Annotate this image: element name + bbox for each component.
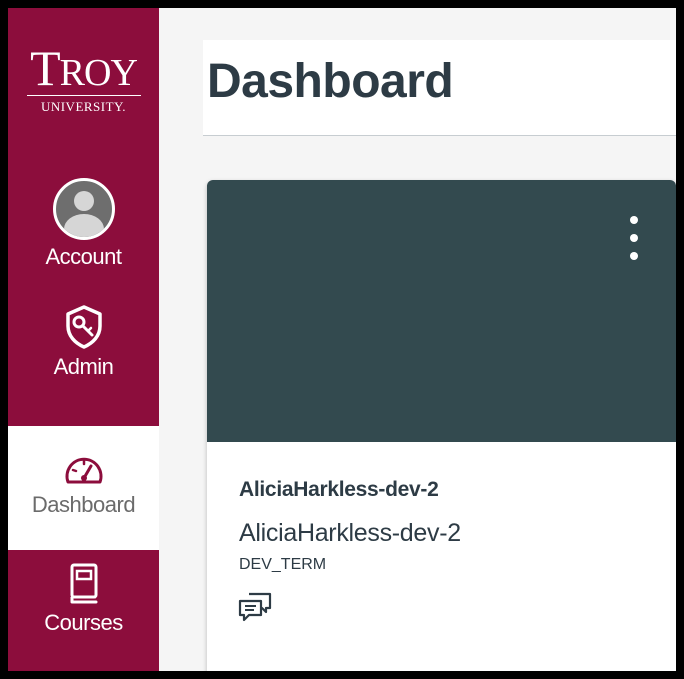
nav-item-label: Courses: [44, 610, 123, 635]
logo-rule: [26, 95, 141, 96]
nav-item-courses[interactable]: Courses: [8, 556, 159, 671]
course-card-hero[interactable]: [207, 180, 676, 442]
app-frame: TROY UNIVERSITY. Account Admin Dashboard…: [8, 8, 676, 671]
nav-item-admin[interactable]: Admin: [8, 298, 159, 408]
logo-word-first: T: [30, 40, 61, 96]
course-card[interactable]: AliciaHarkless-dev-2 AliciaHarkless-dev-…: [207, 180, 676, 671]
discussions-icon[interactable]: [237, 590, 273, 624]
troy-university-logo[interactable]: TROY UNIVERSITY.: [8, 8, 159, 142]
course-card-title[interactable]: AliciaHarkless-dev-2: [239, 478, 439, 502]
kebab-menu-icon[interactable]: [622, 216, 646, 260]
main-content: Dashboard AliciaHarkless-dev-2 AliciaHar…: [159, 8, 676, 671]
dashboard-gauge-icon: [65, 457, 102, 484]
nav-item-label: Account: [45, 244, 123, 269]
nav-item-label: Admin: [53, 354, 114, 379]
nav-item-account[interactable]: Account: [8, 172, 159, 290]
page-title: Dashboard: [207, 55, 454, 108]
book-icon: [70, 563, 97, 604]
admin-shield-icon: [65, 305, 102, 349]
page-header: Dashboard: [203, 40, 676, 136]
user-avatar-icon: [52, 178, 115, 240]
global-navigation: TROY UNIVERSITY. Account Admin Dashboard…: [8, 8, 159, 671]
nav-item-dashboard[interactable]: Dashboard: [8, 426, 159, 550]
logo-wordmark: TROY: [30, 40, 138, 96]
course-card-term: DEV_TERM: [239, 556, 327, 573]
nav-item-label: Dashboard: [31, 492, 136, 517]
logo-subtitle: UNIVERSITY.: [40, 99, 127, 114]
logo-word-rest: ROY: [59, 52, 138, 94]
course-card-subtitle: AliciaHarkless-dev-2: [239, 519, 461, 547]
